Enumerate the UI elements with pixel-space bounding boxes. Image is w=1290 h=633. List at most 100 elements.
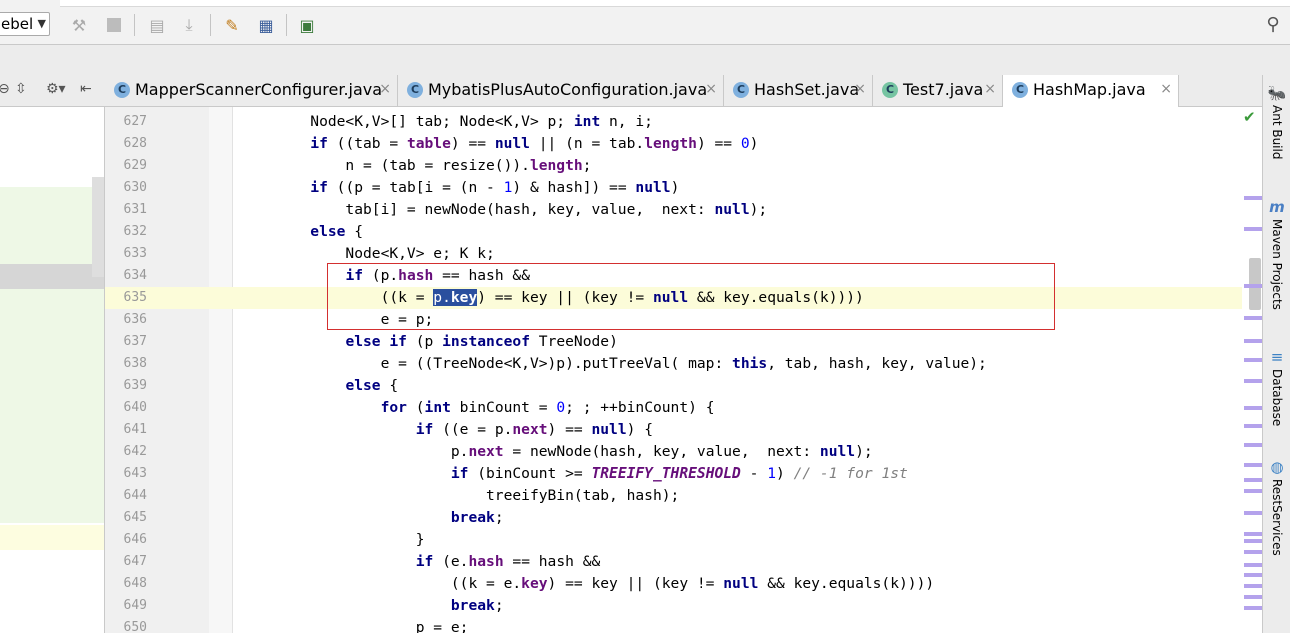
- code-line[interactable]: 628 if ((tab = table) == null || (n = ta…: [105, 133, 1262, 155]
- code-line[interactable]: 645 break;: [105, 507, 1262, 529]
- usage-mark[interactable]: [1244, 550, 1262, 554]
- tab-label: MapperScannerConfigurer.java: [135, 80, 383, 99]
- code-line[interactable]: 636 e = p;: [105, 309, 1262, 331]
- usage-mark[interactable]: [1244, 424, 1262, 428]
- code-line[interactable]: 637 else if (p instanceof TreeNode): [105, 331, 1262, 353]
- wrench-icon[interactable]: ✎: [221, 14, 243, 36]
- window-title-strip: [60, 0, 1290, 7]
- code-line[interactable]: 630 if ((p = tab[i = (n - 1) & hash]) ==…: [105, 177, 1262, 199]
- code-line[interactable]: 649 break;: [105, 595, 1262, 617]
- usage-mark[interactable]: [1244, 595, 1262, 599]
- usage-mark[interactable]: [1244, 539, 1262, 543]
- usage-mark[interactable]: [1244, 358, 1262, 362]
- toolbar-separator: [134, 14, 135, 36]
- save-icon[interactable]: ▣: [296, 14, 318, 36]
- download-icon[interactable]: ⤓: [178, 14, 200, 36]
- line-number: 632: [123, 224, 147, 239]
- usage-mark[interactable]: [1244, 478, 1262, 482]
- close-icon[interactable]: ×: [379, 75, 391, 104]
- usage-mark[interactable]: [1244, 227, 1262, 231]
- code-line[interactable]: 627 Node<K,V>[] tab; Node<K,V> p; int n,…: [105, 111, 1262, 133]
- close-icon[interactable]: ×: [1160, 75, 1172, 104]
- usage-mark[interactable]: [1244, 443, 1262, 447]
- code-line[interactable]: 632 else {: [105, 221, 1262, 243]
- code-line[interactable]: 641 if ((e = p.next) == null) {: [105, 419, 1262, 441]
- usage-mark[interactable]: [1244, 463, 1262, 467]
- java-class-icon: C: [114, 82, 130, 98]
- usage-mark[interactable]: [1244, 584, 1262, 588]
- tab-hashset[interactable]: C HashSet.java ×: [724, 75, 873, 106]
- close-icon[interactable]: ×: [984, 75, 996, 104]
- code-line[interactable]: 646 }: [105, 529, 1262, 551]
- code-line[interactable]: 650 p = e;: [105, 617, 1262, 633]
- code-text: if (p.hash == hash &&: [345, 267, 530, 284]
- tool-restservices[interactable]: ◍ RestServices: [1265, 457, 1289, 556]
- code-line[interactable]: 642 p.next = newNode(hash, key, value, n…: [105, 441, 1262, 463]
- line-number: 641: [123, 422, 147, 437]
- line-number: 642: [123, 444, 147, 459]
- usage-mark[interactable]: [1244, 532, 1262, 536]
- usage-mark[interactable]: [1244, 339, 1262, 343]
- code-line[interactable]: 639 else {: [105, 375, 1262, 397]
- project-panel-header: ⊖ ⇳ ⚙▾ ⇤: [0, 75, 105, 107]
- code-line[interactable]: 640 for (int binCount = 0; ; ++binCount)…: [105, 397, 1262, 419]
- java-class-icon: C: [407, 82, 423, 98]
- code-line[interactable]: 648 ((k = e.key) == key || (key != null …: [105, 573, 1262, 595]
- java-class-icon: C: [882, 82, 898, 98]
- usage-mark[interactable]: [1244, 606, 1262, 610]
- tab-test7[interactable]: C Test7.java ×: [873, 75, 1003, 106]
- code-line[interactable]: 644 treeifyBin(tab, hash);: [105, 485, 1262, 507]
- tree-selected-row[interactable]: [0, 264, 104, 289]
- scroll-from-source-icon[interactable]: ⊖: [0, 81, 10, 97]
- usage-mark[interactable]: [1244, 573, 1262, 577]
- code-line[interactable]: 629 n = (tab = resize()).length;: [105, 155, 1262, 177]
- search-icon[interactable]: ⚲: [1262, 14, 1284, 36]
- gear-icon[interactable]: ⚙▾: [46, 81, 66, 97]
- no-errors-check-icon: ✔: [1243, 108, 1256, 126]
- tool-label: RestServices: [1270, 479, 1284, 556]
- close-icon[interactable]: ×: [854, 75, 866, 104]
- code-line[interactable]: 635 ((k = p.key) == key || (key != null …: [105, 287, 1262, 309]
- usage-mark[interactable]: [1244, 284, 1262, 288]
- line-number: 649: [123, 598, 147, 613]
- code-line[interactable]: 638 e = ((TreeNode<K,V>)p).putTreeVal( m…: [105, 353, 1262, 375]
- usage-mark[interactable]: [1244, 196, 1262, 200]
- usage-mark[interactable]: [1244, 379, 1262, 383]
- collapse-all-icon[interactable]: ⇳: [15, 81, 27, 97]
- line-number: 646: [123, 532, 147, 547]
- error-stripe[interactable]: [1242, 107, 1262, 633]
- code-text: break;: [450, 509, 504, 526]
- code-editor[interactable]: 627 Node<K,V>[] tab; Node<K,V> p; int n,…: [105, 107, 1262, 633]
- usage-mark[interactable]: [1244, 406, 1262, 410]
- code-line[interactable]: 647 if (e.hash == hash &&: [105, 551, 1262, 573]
- tab-hashmap[interactable]: C HashMap.java ×: [1003, 75, 1179, 107]
- tab-mybatisplusautoconfiguration[interactable]: C MybatisPlusAutoConfiguration.java ×: [398, 75, 724, 106]
- stop-icon[interactable]: [103, 14, 125, 36]
- code-line[interactable]: 631 tab[i] = newNode(hash, key, value, n…: [105, 199, 1262, 221]
- code-line[interactable]: 634 if (p.hash == hash &&: [105, 265, 1262, 287]
- tool-maven-projects[interactable]: m Maven Projects: [1265, 197, 1289, 310]
- structure-icon[interactable]: ▦: [255, 14, 277, 36]
- code-text: else {: [310, 223, 364, 240]
- code-text: if ((tab = table) == null || (n = tab.le…: [310, 135, 759, 152]
- usage-mark[interactable]: [1244, 563, 1262, 567]
- line-number: 627: [123, 114, 147, 129]
- tab-mapperscannerconfigurer[interactable]: C MapperScannerConfigurer.java ×: [105, 75, 398, 106]
- usage-mark[interactable]: [1244, 316, 1262, 320]
- close-icon[interactable]: ×: [705, 75, 717, 104]
- tool-ant-build[interactable]: 🐜 Ant Build: [1265, 83, 1289, 159]
- hide-panel-icon[interactable]: ⇤: [80, 81, 92, 97]
- hammer-icon[interactable]: ⚒: [68, 14, 90, 36]
- tree-scrollbar[interactable]: [92, 177, 104, 277]
- tree-region-modified: [0, 187, 104, 523]
- code-line[interactable]: 633 Node<K,V> e; K k;: [105, 243, 1262, 265]
- run-config-select[interactable]: ebel ▼: [0, 12, 50, 36]
- usage-mark[interactable]: [1244, 511, 1262, 515]
- tool-database[interactable]: ≡ Database: [1265, 347, 1289, 426]
- code-text: for (int binCount = 0; ; ++binCount) {: [380, 399, 715, 416]
- build-icon[interactable]: ▤: [146, 14, 168, 36]
- usage-mark[interactable]: [1244, 489, 1262, 493]
- code-line[interactable]: 643 if (binCount >= TREEIFY_THRESHOLD - …: [105, 463, 1262, 485]
- maven-icon: m: [1269, 198, 1285, 216]
- run-config-label: ebel: [1, 15, 34, 33]
